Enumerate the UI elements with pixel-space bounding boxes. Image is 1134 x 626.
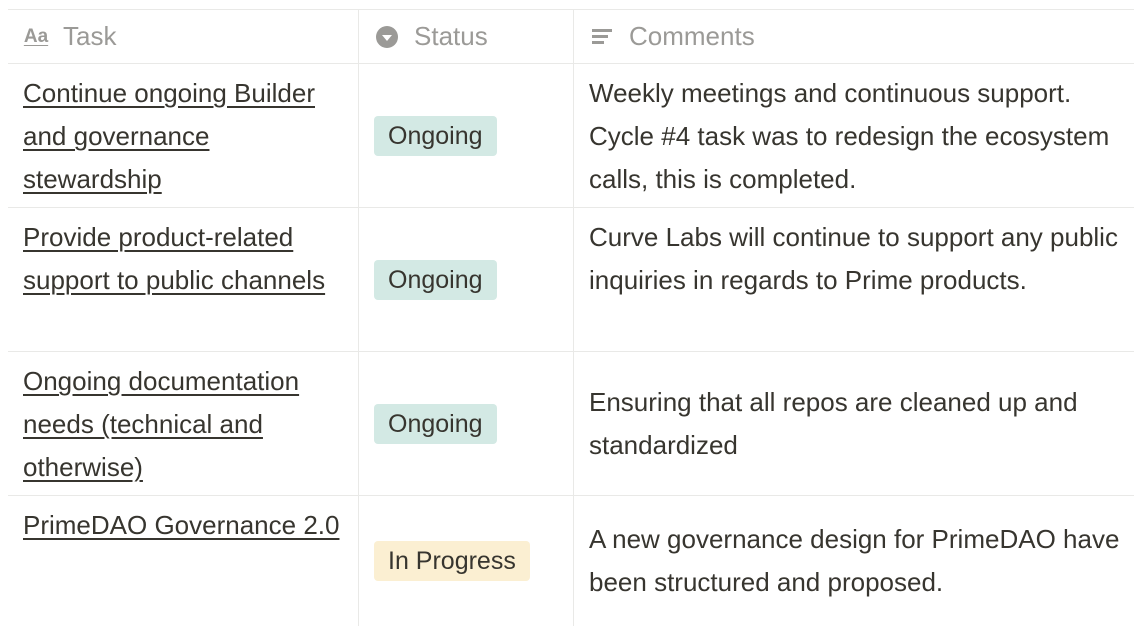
comment-cell[interactable]: Weekly meetings and continuous support. … — [574, 64, 1134, 207]
table-row: PrimeDAO Governance 2.0 In Progress A ne… — [8, 496, 1134, 626]
column-header-task[interactable]: Aa Task — [8, 10, 359, 63]
comment-cell[interactable]: Curve Labs will continue to support any … — [574, 208, 1134, 351]
select-property-icon — [374, 24, 400, 50]
text-lines-icon — [589, 24, 615, 50]
task-link[interactable]: Provide product-related support to publi… — [23, 222, 325, 295]
table-row: Ongoing documentation needs (technical a… — [8, 352, 1134, 496]
status-badge: Ongoing — [374, 259, 497, 300]
comment-text: A new governance design for PrimeDAO hav… — [589, 524, 1120, 597]
comment-text: Curve Labs will continue to support any … — [589, 222, 1118, 295]
comment-cell[interactable]: Ensuring that all repos are cleaned up a… — [574, 352, 1134, 495]
status-badge: Ongoing — [374, 115, 497, 156]
table-row: Continue ongoing Builder and governance … — [8, 64, 1134, 208]
column-header-comments-label: Comments — [629, 21, 755, 51]
task-cell: Provide product-related support to publi… — [8, 208, 359, 351]
status-cell[interactable]: Ongoing — [359, 64, 574, 207]
task-link[interactable]: PrimeDAO Governance 2.0 — [23, 510, 339, 540]
column-header-status[interactable]: Status — [359, 10, 574, 63]
task-cell: Continue ongoing Builder and governance … — [8, 64, 359, 207]
text-property-icon: Aa — [23, 25, 49, 47]
comment-cell[interactable]: A new governance design for PrimeDAO hav… — [574, 496, 1134, 626]
status-cell[interactable]: Ongoing — [359, 208, 574, 351]
comment-text: Weekly meetings and continuous support. … — [589, 78, 1110, 194]
status-badge: Ongoing — [374, 403, 497, 444]
column-header-task-label: Task — [63, 21, 117, 51]
task-link[interactable]: Ongoing documentation needs (technical a… — [23, 366, 299, 482]
table-row: Provide product-related support to publi… — [8, 208, 1134, 352]
status-cell[interactable]: In Progress — [359, 496, 574, 626]
task-link[interactable]: Continue ongoing Builder and governance … — [23, 78, 315, 194]
comment-text: Ensuring that all repos are cleaned up a… — [589, 386, 1078, 460]
task-table: Aa Task Status Comments Continue ongoing… — [8, 9, 1134, 626]
column-header-comments[interactable]: Comments — [574, 10, 1134, 63]
column-header-status-label: Status — [414, 21, 488, 51]
task-cell: Ongoing documentation needs (technical a… — [8, 352, 359, 495]
status-badge: In Progress — [374, 541, 530, 581]
status-cell[interactable]: Ongoing — [359, 352, 574, 495]
table-header-row: Aa Task Status Comments — [8, 9, 1134, 64]
task-cell: PrimeDAO Governance 2.0 — [8, 496, 359, 626]
